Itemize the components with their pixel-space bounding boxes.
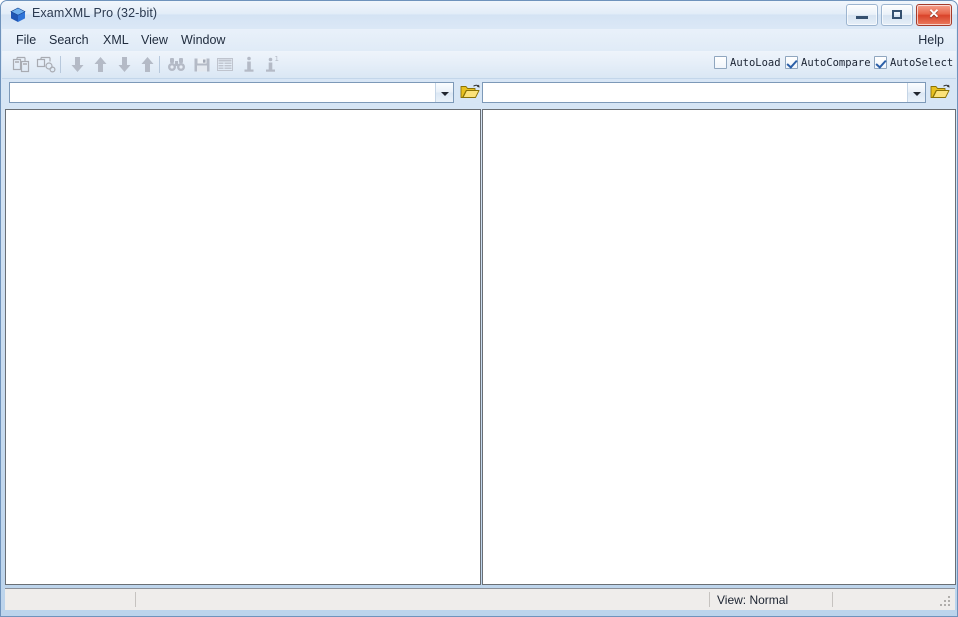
toolbar-separator (159, 56, 160, 73)
autoselect-checkbox[interactable]: AutoSelect (874, 56, 953, 69)
compare-nodes-icon[interactable] (35, 54, 57, 75)
toolbar-separator (60, 56, 61, 73)
blue-cube-icon (10, 7, 26, 23)
close-icon: ✕ (928, 6, 940, 21)
menu-bar: File Search XML View Window Help (2, 29, 956, 51)
right-file-chevron-down-icon[interactable] (907, 83, 925, 102)
menu-item-file[interactable]: File (11, 32, 41, 48)
autocompare-label: AutoCompare (801, 56, 871, 69)
minimize-icon (856, 16, 868, 19)
right-xml-panel[interactable] (482, 109, 956, 585)
right-file-combobox[interactable] (482, 82, 926, 103)
status-bar: View: Normal (5, 588, 955, 610)
menu-item-view[interactable]: View (136, 32, 173, 48)
open-folder-icon (930, 84, 950, 98)
left-file-input[interactable] (10, 83, 435, 102)
maximize-icon (892, 10, 902, 19)
previous-difference-up-icon[interactable] (90, 54, 112, 75)
menu-item-xml[interactable]: XML (98, 32, 134, 48)
minimize-button[interactable] (846, 4, 878, 26)
menu-item-search[interactable]: Search (44, 32, 94, 48)
menu-item-window[interactable]: Window (176, 32, 230, 48)
report-table-icon[interactable] (214, 54, 236, 75)
autoload-checkbox-box[interactable] (714, 56, 727, 69)
window-controls: ✕ (846, 4, 952, 26)
title-bar: ExamXML Pro (32-bit) ✕ (1, 1, 957, 29)
toolbar: 1 AutoLoad AutoCompare AutoSelect (2, 51, 956, 79)
find-binoculars-icon[interactable] (166, 54, 188, 75)
autoload-checkbox[interactable]: AutoLoad (714, 56, 781, 69)
status-cell-detail (136, 589, 709, 610)
previous-node-up-icon[interactable] (137, 54, 159, 75)
autoload-label: AutoLoad (730, 56, 781, 69)
autocompare-checkbox-box[interactable] (785, 56, 798, 69)
maximize-button[interactable] (881, 4, 913, 26)
status-cell-message (5, 589, 135, 610)
right-file-input[interactable] (483, 83, 907, 102)
left-xml-panel[interactable] (5, 109, 481, 585)
menu-item-help[interactable]: Help (913, 32, 949, 48)
info-icon[interactable] (238, 54, 260, 75)
resize-grip-icon[interactable] (939, 595, 952, 608)
svg-text:1: 1 (275, 55, 279, 63)
info-one-icon[interactable]: 1 (261, 54, 283, 75)
left-file-chevron-down-icon[interactable] (435, 83, 453, 102)
next-node-down-icon[interactable] (114, 54, 136, 75)
autocompare-checkbox[interactable]: AutoCompare (785, 56, 871, 69)
save-floppy-icon[interactable] (191, 54, 213, 75)
close-button[interactable]: ✕ (916, 4, 952, 26)
open-folder-icon (460, 84, 480, 98)
left-open-folder-button[interactable] (457, 80, 482, 104)
compare-documents-icon[interactable] (10, 54, 32, 75)
right-open-folder-button[interactable] (927, 80, 952, 104)
next-difference-down-icon[interactable] (67, 54, 89, 75)
left-file-combobox[interactable] (9, 82, 454, 103)
status-cell-view: View: Normal (717, 592, 789, 607)
application-window: ExamXML Pro (32-bit) ✕ File Search XML V… (0, 0, 958, 617)
window-title: ExamXML Pro (32-bit) (32, 6, 158, 20)
autoselect-checkbox-box[interactable] (874, 56, 887, 69)
autoselect-label: AutoSelect (890, 56, 954, 69)
status-cell-extra (833, 589, 955, 610)
